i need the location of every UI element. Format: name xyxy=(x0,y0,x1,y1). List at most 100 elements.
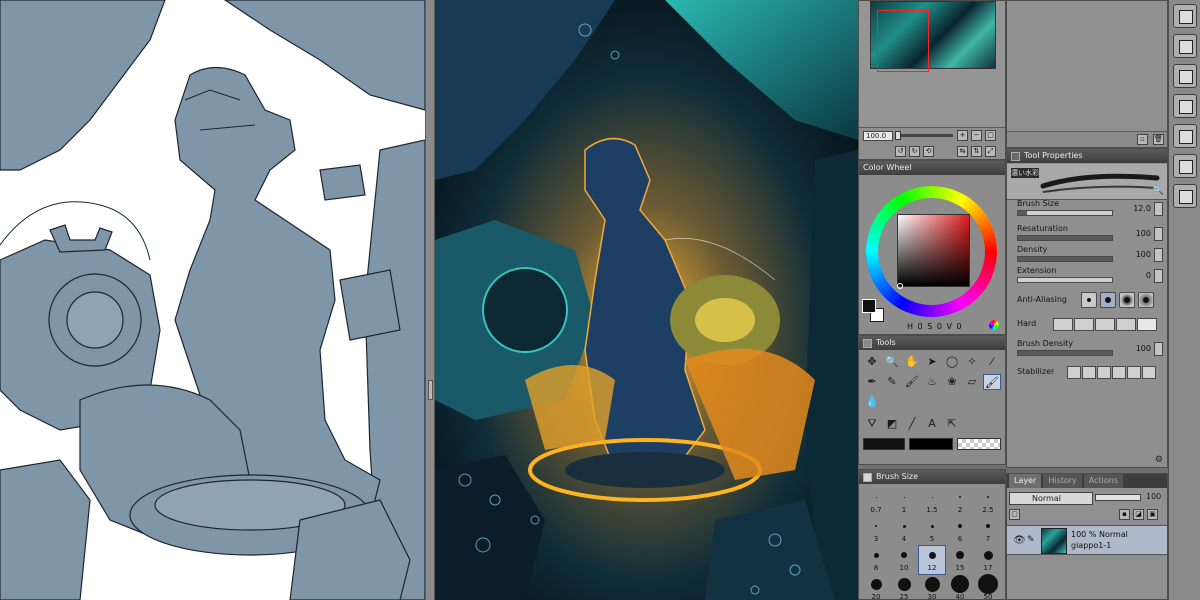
reset-rotate-icon[interactable]: ⟲ xyxy=(923,146,934,157)
command-button-1[interactable] xyxy=(1173,4,1197,28)
eraser-tool-icon[interactable]: ▱ xyxy=(963,374,981,390)
brush-size-option[interactable]: 15 xyxy=(947,546,973,574)
anti-aliasing-medium-button[interactable] xyxy=(1119,292,1135,308)
brush-size-option[interactable]: 40 xyxy=(947,575,973,599)
rotate-right-icon[interactable]: ↻ xyxy=(909,146,920,157)
flip-horizontal-icon[interactable]: ⇆ xyxy=(957,146,968,157)
brush-size-option[interactable]: 1 xyxy=(891,488,917,516)
fill-tool-icon[interactable]: ⛛ xyxy=(863,416,881,432)
layer-lock-icon[interactable]: ▢ xyxy=(1009,509,1020,520)
tools-titlebar[interactable]: Tools xyxy=(859,336,1005,350)
zoom-slider-knob[interactable] xyxy=(895,131,901,140)
lineart-canvas[interactable] xyxy=(0,0,425,600)
tab-layer[interactable]: Layer xyxy=(1009,474,1042,488)
anti-aliasing-strong-button[interactable] xyxy=(1138,292,1154,308)
hardness-segment-2[interactable] xyxy=(1074,318,1094,331)
zoom-out-icon[interactable]: − xyxy=(971,130,982,141)
brush-density-slider[interactable] xyxy=(1017,350,1113,356)
decoration-tool-icon[interactable]: ❀ xyxy=(943,374,961,390)
layer-opacity-slider[interactable] xyxy=(1095,494,1141,501)
hardness-segment-1[interactable] xyxy=(1053,318,1073,331)
flip-vertical-icon[interactable]: ⇅ xyxy=(971,146,982,157)
extension-slider[interactable] xyxy=(1017,277,1113,283)
resaturation-spinner[interactable] xyxy=(1154,227,1163,241)
layer-mask-icon[interactable]: ◪ xyxy=(1133,509,1144,520)
zoom-in-icon[interactable]: + xyxy=(957,130,968,141)
brush-size-option[interactable]: 17 xyxy=(975,546,1001,574)
layer-opacity-value[interactable]: 100 xyxy=(1146,492,1161,501)
command-button-4[interactable] xyxy=(1173,94,1197,118)
pencil-tool-icon[interactable]: ✎ xyxy=(883,374,901,390)
brush-size-option[interactable]: 10 xyxy=(891,546,917,574)
hand-tool-icon[interactable]: ✋ xyxy=(903,354,921,370)
fit-icon[interactable]: □ xyxy=(985,130,996,141)
text-tool-icon[interactable]: A xyxy=(923,416,941,432)
command-button-6[interactable] xyxy=(1173,154,1197,178)
new-page-icon[interactable]: ▫ xyxy=(1137,134,1148,145)
resaturation-slider[interactable] xyxy=(1017,235,1113,241)
brush-size-option[interactable]: 30 xyxy=(919,575,945,599)
main-color-swatch[interactable] xyxy=(863,438,905,450)
sub-color-swatch[interactable] xyxy=(909,438,953,450)
tab-history[interactable]: History xyxy=(1043,474,1082,488)
zoom-field[interactable]: 100.0 xyxy=(863,131,893,141)
hardness-segment-3[interactable] xyxy=(1095,318,1115,331)
color-mode-icon[interactable] xyxy=(989,320,999,330)
density-spinner[interactable] xyxy=(1154,248,1163,262)
foreground-color[interactable] xyxy=(862,299,876,313)
settings-icon[interactable]: ⚙ xyxy=(1155,455,1163,465)
brush-size-option[interactable]: 25 xyxy=(891,575,917,599)
anti-aliasing-weak-button[interactable] xyxy=(1100,292,1116,308)
anti-aliasing-none-button[interactable] xyxy=(1081,292,1097,308)
brush-size-value[interactable]: 12.0 xyxy=(1133,204,1151,213)
airbrush-tool-icon[interactable]: ♨ xyxy=(923,374,941,390)
magic-wand-icon[interactable]: ✧ xyxy=(963,354,981,370)
navigator-thumbnail[interactable] xyxy=(870,1,996,72)
extension-spinner[interactable] xyxy=(1154,269,1163,283)
layer-pen-icon[interactable]: ✎ xyxy=(1027,535,1035,545)
resaturation-value[interactable]: 100 xyxy=(1136,229,1151,238)
brush-size-option[interactable]: 4 xyxy=(891,517,917,545)
pen-tool-icon[interactable]: ✒ xyxy=(863,374,881,390)
line-tool-icon[interactable]: ╱ xyxy=(903,416,921,432)
gradient-tool-icon[interactable]: ◩ xyxy=(883,416,901,432)
brush-size-option[interactable]: 2.5 xyxy=(975,488,1001,516)
brush-size-option[interactable]: 12 xyxy=(918,545,946,575)
brush-size-option[interactable]: 20 xyxy=(863,575,889,599)
eyedropper-icon[interactable]: ⁄ xyxy=(983,354,1001,370)
command-button-5[interactable] xyxy=(1173,124,1197,148)
brush-size-titlebar[interactable]: Brush Size xyxy=(859,470,1005,484)
brush-size-option[interactable]: 7 xyxy=(975,517,1001,545)
stabilizer-segment-6[interactable] xyxy=(1142,366,1156,379)
brush-density-spinner[interactable] xyxy=(1154,342,1163,356)
move-tool-icon[interactable]: ✥ xyxy=(863,354,881,370)
brush-size-option[interactable]: 1.5 xyxy=(919,488,945,516)
splitter-grip[interactable] xyxy=(428,380,433,400)
rotate-left-icon[interactable]: ↺ xyxy=(895,146,906,157)
balloon-tool-icon[interactable]: ⇱ xyxy=(943,416,961,432)
lasso-tool-icon[interactable]: ◯ xyxy=(943,354,961,370)
brush-density-value[interactable]: 100 xyxy=(1136,344,1151,353)
search-icon[interactable]: 🔍 xyxy=(1153,186,1164,196)
brush-size-option[interactable]: 0.7 xyxy=(863,488,889,516)
watercolor-brush-icon[interactable]: 🖌 xyxy=(983,374,1001,390)
brush-size-option[interactable]: 8 xyxy=(863,546,889,574)
canvas-splitter[interactable] xyxy=(425,0,435,600)
color-canvas[interactable] xyxy=(435,0,858,600)
brush-size-spinner[interactable] xyxy=(1154,202,1163,216)
layer-clip-icon[interactable]: ▣ xyxy=(1147,509,1158,520)
layer-row[interactable]: 👁 ✎ 100 % Normal giappo1-1 xyxy=(1007,525,1167,555)
fullscreen-icon[interactable]: ⤢ xyxy=(985,146,996,157)
brush-size-option[interactable]: 2 xyxy=(947,488,973,516)
command-button-2[interactable] xyxy=(1173,34,1197,58)
zoom-tool-icon[interactable]: 🔍 xyxy=(883,354,901,370)
saturation-value-square[interactable] xyxy=(897,214,970,287)
brush-tool-icon[interactable]: 🖌 xyxy=(903,374,921,390)
color-wheel-titlebar[interactable]: Color Wheel xyxy=(859,161,1005,317)
stabilizer-segment-2[interactable] xyxy=(1082,366,1096,379)
visibility-eye-icon[interactable]: 👁 xyxy=(1013,535,1026,546)
brush-size-option[interactable]: 50 xyxy=(975,574,1001,599)
command-button-3[interactable] xyxy=(1173,64,1197,88)
brush-size-option[interactable]: 3 xyxy=(863,517,889,545)
brush-size-option[interactable]: 6 xyxy=(947,517,973,545)
